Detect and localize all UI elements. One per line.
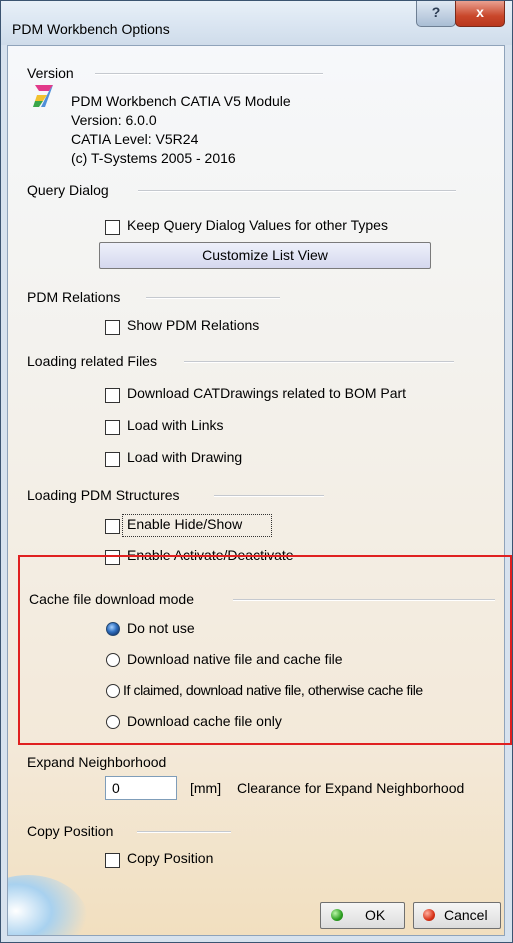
cache-mode-if-claimed-radio[interactable] xyxy=(106,684,120,698)
keep-query-values-label: Keep Query Dialog Values for other Types xyxy=(127,217,388,233)
load-with-drawing-label: Load with Drawing xyxy=(127,449,243,465)
options-dialog: PDM Workbench Options ? x Version PDM Wo… xyxy=(0,0,513,943)
catia-logo-icon xyxy=(33,85,53,107)
clearance-description: Clearance for Expand Neighborhood xyxy=(237,780,465,796)
version-heading: Version xyxy=(27,65,74,81)
ok-icon xyxy=(331,909,343,921)
copy-position-divider xyxy=(137,831,231,833)
loading-structures-divider xyxy=(214,495,324,497)
download-catdrawings-checkbox[interactable] xyxy=(105,388,120,403)
copy-position-heading: Copy Position xyxy=(27,823,114,839)
query-dialog-divider xyxy=(138,190,456,192)
pdm-relations-divider xyxy=(146,297,280,299)
cache-mode-heading: Cache file download mode xyxy=(29,591,194,607)
download-catdrawings-label: Download CATDrawings related to BOM Part xyxy=(127,385,407,401)
loading-related-heading: Loading related Files xyxy=(27,353,157,369)
version-divider xyxy=(95,73,323,75)
cancel-button[interactable]: Cancel xyxy=(413,902,501,929)
dialog-title: PDM Workbench Options xyxy=(12,21,170,37)
query-dialog-heading: Query Dialog xyxy=(27,182,109,198)
load-with-links-checkbox[interactable] xyxy=(105,420,120,435)
loading-related-divider xyxy=(184,361,454,363)
cache-mode-cache-only-label: Download cache file only xyxy=(127,713,282,729)
customize-list-view-button[interactable]: Customize List View xyxy=(99,242,431,269)
version-product: PDM Workbench CATIA V5 Module xyxy=(71,93,291,109)
version-copyright: (c) T-Systems 2005 - 2016 xyxy=(71,150,236,166)
copy-position-label: Copy Position xyxy=(127,850,214,866)
version-catia-level: CATIA Level: V5R24 xyxy=(71,131,199,147)
cache-mode-if-claimed-label: If claimed, download native file, otherw… xyxy=(123,682,423,698)
copy-position-checkbox[interactable] xyxy=(105,853,120,868)
cache-mode-native-and-cache-label: Download native file and cache file xyxy=(127,651,343,667)
show-pdm-relations-label: Show PDM Relations xyxy=(127,317,260,333)
expand-neighborhood-heading: Expand Neighborhood xyxy=(27,754,167,770)
ok-button[interactable]: OK xyxy=(320,902,405,929)
help-button[interactable]: ? xyxy=(416,1,456,27)
cancel-label: Cancel xyxy=(444,907,488,923)
cache-mode-do-not-use-label: Do not use xyxy=(127,620,195,636)
show-pdm-relations-checkbox[interactable] xyxy=(105,320,120,335)
ok-label: OK xyxy=(365,907,386,923)
decorative-glow xyxy=(8,875,88,935)
cache-mode-cache-only-radio[interactable] xyxy=(106,715,120,729)
clearance-input[interactable]: 0 xyxy=(105,776,177,800)
loading-structures-heading: Loading PDM Structures xyxy=(27,487,180,503)
enable-hide-show-label: Enable Hide/Show xyxy=(127,516,243,532)
close-button[interactable]: x xyxy=(455,1,505,27)
cancel-icon xyxy=(423,909,435,921)
load-with-drawing-checkbox[interactable] xyxy=(105,452,120,467)
enable-hide-show-checkbox[interactable] xyxy=(105,519,120,534)
clearance-unit: [mm] xyxy=(190,780,222,796)
title-bar[interactable]: PDM Workbench Options ? x xyxy=(1,1,512,45)
load-with-links-label: Load with Links xyxy=(127,417,224,433)
cache-mode-native-and-cache-radio[interactable] xyxy=(106,653,120,667)
cache-mode-do-not-use-radio[interactable] xyxy=(106,622,120,636)
cache-mode-divider xyxy=(233,599,495,601)
pdm-relations-heading: PDM Relations xyxy=(27,289,121,305)
keep-query-values-checkbox[interactable] xyxy=(105,220,120,235)
version-number: Version: 6.0.0 xyxy=(71,112,157,128)
